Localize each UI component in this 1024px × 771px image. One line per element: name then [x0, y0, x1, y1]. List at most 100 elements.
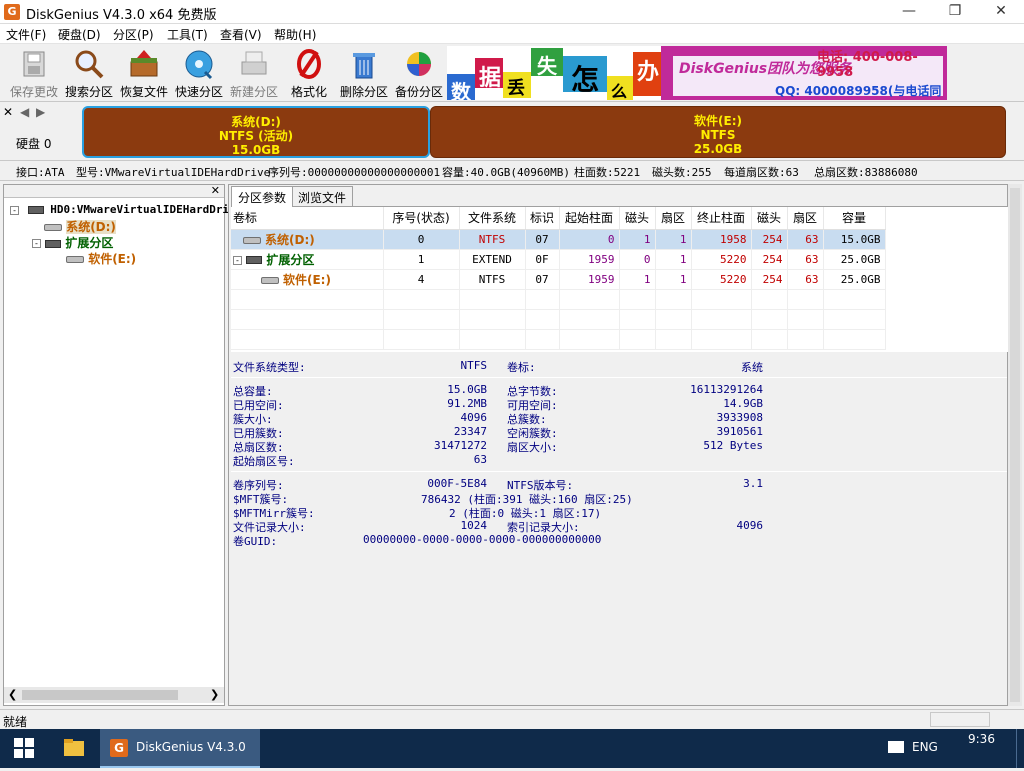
prop-value: 91.2MB: [447, 397, 487, 410]
disk-quick-icon: [183, 48, 215, 80]
pane-header: ✕: [4, 184, 224, 198]
partition-block-d[interactable]: 系统(D:) NTFS (活动) 15.0GB: [82, 106, 430, 158]
partition-block-e[interactable]: 软件(E:) NTFS 25.0GB: [430, 106, 1006, 158]
quick-partition-button[interactable]: 快速分区: [171, 48, 227, 100]
disk-total-sectors: 总扇区数:83886080: [814, 166, 918, 179]
close-icon[interactable]: ✕: [211, 184, 220, 197]
cell: 5220: [691, 249, 752, 270]
table-row[interactable]: 系统(D:) 0 NTFS 07 0 1 1 1958 254 63 15.0G…: [231, 229, 886, 250]
taskbar-app-label: DiskGenius V4.3.0: [136, 740, 246, 754]
cell: 63: [787, 229, 824, 250]
column-header[interactable]: 文件系统: [459, 207, 526, 230]
cell: 07: [525, 229, 560, 250]
column-header[interactable]: 磁头: [751, 207, 788, 230]
cell: 1: [619, 229, 656, 250]
show-desktop-button[interactable]: [1016, 729, 1024, 768]
tab-partition-params[interactable]: 分区参数: [231, 186, 294, 207]
vertical-scrollbar[interactable]: [1008, 184, 1022, 706]
new-partition-button[interactable]: 新建分区: [226, 48, 282, 100]
save-changes-button[interactable]: 保存更改: [6, 48, 62, 100]
format-button[interactable]: 格式化: [281, 48, 337, 100]
divider: [231, 377, 1007, 378]
backup-partition-button[interactable]: 备份分区: [391, 48, 447, 100]
partition-table: 卷标 序号(状态) 文件系统 标识 起始柱面 磁头 扇区 终止柱面 磁头 扇区 …: [231, 206, 1009, 352]
partition-name: 系统(D:): [231, 115, 281, 129]
maximize-button[interactable]: ❐: [932, 0, 978, 24]
cell-text: 系统(D:): [265, 232, 315, 247]
column-header[interactable]: 起始柱面: [559, 207, 620, 230]
delete-partition-button[interactable]: 删除分区: [336, 48, 392, 100]
minimize-button[interactable]: —: [886, 0, 932, 24]
file-explorer-button[interactable]: [50, 729, 98, 768]
table-row[interactable]: - 扩展分区 1 EXTEND 0F 1959 0 1 5220 254 63 …: [231, 249, 886, 270]
scroll-thumb[interactable]: [22, 690, 178, 700]
table-row[interactable]: 软件(E:) 4 NTFS 07 1959 1 1 5220 254 63 25…: [231, 269, 886, 290]
cell: NTFS: [459, 269, 526, 290]
tree-node-extended[interactable]: - 扩展分区: [32, 234, 113, 251]
scroll-right-icon[interactable]: ❯: [210, 688, 219, 701]
column-header[interactable]: 终止柱面: [691, 207, 752, 230]
taskbar-app-diskgenius[interactable]: G DiskGenius V4.3.0: [100, 729, 260, 768]
tree-horizontal-scrollbar[interactable]: ❮ ❯: [4, 687, 224, 703]
cell: 1: [655, 269, 692, 290]
menu-view[interactable]: 查看(V): [220, 26, 262, 43]
tree-node-d[interactable]: 系统(D:): [44, 218, 116, 235]
search-partition-button[interactable]: 搜索分区: [61, 48, 117, 100]
disk-capacity: 容量:40.0GB(40960MB): [442, 166, 570, 179]
column-header[interactable]: 容量: [823, 207, 886, 230]
column-header[interactable]: 扇区: [787, 207, 824, 230]
tree-node-label: 扩展分区: [65, 236, 114, 250]
tree-node-label: 系统(D:): [66, 220, 116, 234]
cell: 25.0GB: [823, 249, 886, 270]
cell: 1959: [559, 269, 620, 290]
partition-icon: [44, 224, 62, 231]
recover-files-button[interactable]: 恢复文件: [116, 48, 172, 100]
row-volume-label: 系统(D:): [231, 229, 384, 250]
banner-char: 办: [637, 60, 660, 85]
prop-value: 3.1: [743, 477, 763, 490]
tree-node-e[interactable]: 软件(E:): [66, 250, 136, 267]
prev-disk-icon[interactable]: ◀: [20, 105, 29, 119]
column-header[interactable]: 卷标: [231, 207, 384, 230]
disk-interface: 接口:ATA: [16, 166, 65, 179]
prop-value: 16113291264: [690, 383, 763, 396]
start-button[interactable]: [0, 729, 48, 768]
cell: 4: [383, 269, 460, 290]
taskbar: G DiskGenius V4.3.0 ENG 9:36: [0, 729, 1024, 768]
collapse-icon[interactable]: -: [10, 205, 19, 215]
cell: 1: [383, 249, 460, 270]
cell: 63: [787, 249, 824, 270]
column-header[interactable]: 序号(状态): [383, 207, 460, 230]
column-header[interactable]: 标识: [525, 207, 560, 230]
menu-partition[interactable]: 分区(P): [113, 26, 154, 43]
menu-file[interactable]: 文件(F): [6, 26, 46, 43]
menu-tools[interactable]: 工具(T): [167, 26, 208, 43]
row-volume-label: 软件(E:): [231, 269, 384, 290]
column-header[interactable]: 扇区: [655, 207, 692, 230]
cell: 1959: [559, 249, 620, 270]
row-volume-label: - 扩展分区: [231, 249, 384, 270]
menu-disk[interactable]: 硬盘(D): [58, 26, 101, 43]
tree-disk-node[interactable]: - HD0:VMwareVirtualIDEHardDrive: [10, 203, 242, 216]
tab-browse-files[interactable]: 浏览文件: [291, 186, 354, 206]
folder-icon: [64, 739, 84, 756]
prop-key: 卷GUID:: [233, 535, 278, 548]
network-icon[interactable]: [888, 741, 904, 753]
cell: EXTEND: [459, 249, 526, 270]
clock[interactable]: 9:36: [968, 732, 995, 746]
collapse-icon[interactable]: -: [32, 239, 41, 248]
scroll-thumb[interactable]: [1010, 188, 1020, 702]
next-disk-icon[interactable]: ▶: [36, 105, 45, 119]
collapse-icon[interactable]: -: [233, 255, 242, 265]
cell-text: 软件(E:): [283, 272, 331, 287]
language-indicator[interactable]: ENG: [912, 740, 938, 754]
ad-banner[interactable]: 数 据 丢 失 怎 么 办 DiskGenius团队为您服务 电话: 400-0…: [447, 46, 947, 100]
disk-label: 硬盘 0: [16, 137, 52, 151]
column-header[interactable]: 磁头: [619, 207, 656, 230]
close-icon[interactable]: ✕: [3, 105, 13, 119]
cell: 07: [525, 269, 560, 290]
cell: 254: [751, 249, 788, 270]
close-button[interactable]: ✕: [978, 0, 1024, 24]
scroll-left-icon[interactable]: ❮: [8, 688, 17, 701]
menu-help[interactable]: 帮助(H): [274, 26, 316, 43]
